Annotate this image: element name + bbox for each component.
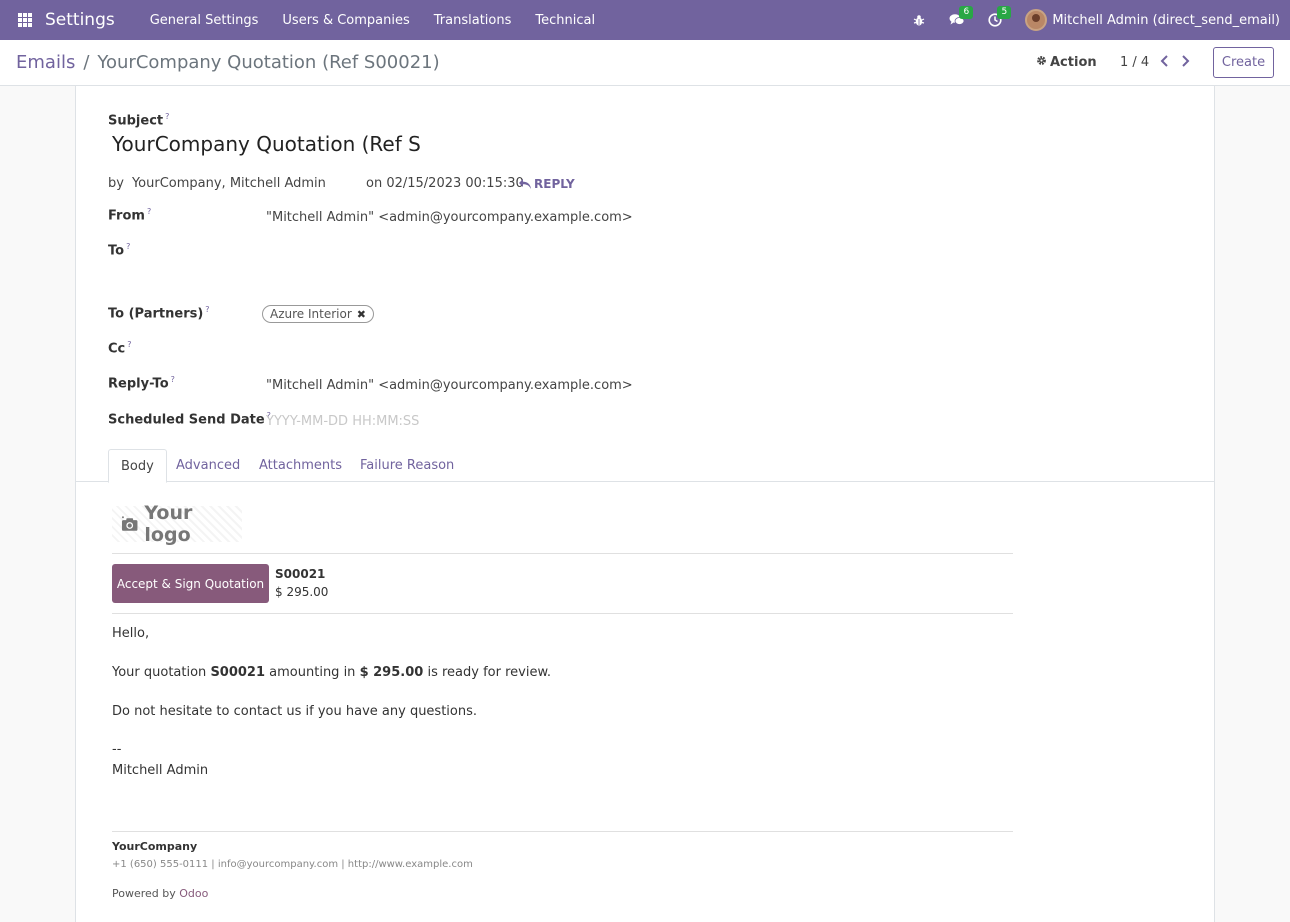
tab-advanced[interactable]: Advanced — [164, 449, 252, 482]
subject-label: Subject? — [108, 112, 170, 129]
divider — [112, 613, 1013, 614]
breadcrumb-emails-link[interactable]: Emails — [16, 52, 75, 73]
help-icon[interactable]: ? — [165, 112, 169, 121]
action-label: Action — [1050, 55, 1097, 70]
from-field[interactable]: "Mitchell Admin" <admin@yourcompany.exam… — [266, 210, 633, 225]
gear-icon — [1036, 55, 1047, 70]
logo-text: Your logo — [144, 502, 193, 546]
pager-previous-button[interactable] — [1157, 53, 1171, 69]
control-panel: Emails / YourCompany Quotation (Ref S000… — [0, 40, 1290, 86]
create-button[interactable]: Create — [1213, 47, 1274, 78]
signature-name: Mitchell Admin — [112, 763, 209, 778]
breadcrumb-separator: / — [83, 52, 90, 73]
reply-to-field[interactable]: "Mitchell Admin" <admin@yourcompany.exam… — [266, 378, 633, 393]
pager-next-button[interactable] — [1178, 53, 1192, 69]
camera-icon — [121, 516, 138, 531]
reply-button[interactable]: REPLY — [518, 177, 575, 191]
help-icon[interactable]: ? — [171, 375, 175, 384]
quotation-ref: S00021 — [210, 665, 266, 680]
to-partners-label: To (Partners)? — [108, 305, 210, 322]
activities-clock-icon[interactable]: 5 — [987, 6, 1012, 28]
from-label: From? — [108, 207, 152, 224]
email-date: on 02/15/2023 00:15:30 — [366, 176, 524, 191]
odoo-link[interactable]: Odoo — [179, 887, 208, 900]
apps-grid-icon[interactable] — [18, 13, 32, 27]
subject-field[interactable]: YourCompany Quotation (Ref S00021) — [112, 132, 420, 156]
order-reference: S00021 — [275, 567, 326, 581]
remove-tag-icon[interactable]: ✖ — [357, 308, 366, 321]
by-prefix: by — [108, 176, 124, 191]
menu-general-settings[interactable]: General Settings — [138, 13, 271, 28]
messages-count-badge: 6 — [959, 6, 974, 19]
reply-to-label: Reply-To? — [108, 375, 175, 392]
reply-icon — [519, 179, 531, 189]
cc-label: Cc? — [108, 340, 132, 357]
reply-label: REPLY — [534, 177, 575, 191]
menu-technical[interactable]: Technical — [523, 13, 607, 28]
breadcrumb-current: YourCompany Quotation (Ref S00021) — [97, 52, 440, 73]
tab-attachments[interactable]: Attachments — [247, 449, 354, 482]
powered-by: Powered by Odoo — [112, 887, 209, 900]
author-names: YourCompany, Mitchell Admin — [131, 176, 326, 191]
user-menu[interactable]: Mitchell Admin (direct_send_email) — [1025, 9, 1280, 31]
order-amount: $ 295.00 — [275, 585, 329, 599]
menu-users-companies[interactable]: Users & Companies — [270, 13, 421, 28]
help-icon[interactable]: ? — [205, 305, 209, 314]
quotation-message: Your quotation S00021 amounting in $ 295… — [112, 665, 552, 680]
partner-tag-label: Azure Interior — [270, 307, 352, 321]
systray: 6 5 Mitchell Admin (direct_send_email) — [889, 0, 1280, 40]
footer-contact: +1 (650) 555-0111 | info@yourcompany.com… — [112, 859, 473, 870]
partner-tag: Azure Interior ✖ — [262, 305, 374, 323]
accept-sign-quotation-button[interactable]: Accept & Sign Quotation — [112, 564, 269, 603]
user-name: Mitchell Admin (direct_send_email) — [1052, 12, 1280, 28]
action-menu-button[interactable]: Action — [1036, 55, 1097, 70]
to-label: To? — [108, 242, 131, 259]
help-icon[interactable]: ? — [147, 207, 151, 216]
menu-translations[interactable]: Translations — [422, 13, 524, 28]
divider — [112, 831, 1013, 832]
activities-count-badge: 5 — [997, 6, 1012, 19]
greeting: Hello, — [112, 626, 150, 641]
tab-body[interactable]: Body — [108, 449, 167, 483]
signature-separator: -- — [112, 742, 122, 757]
footer-company: YourCompany — [112, 840, 198, 853]
tab-failure-reason[interactable]: Failure Reason — [348, 449, 466, 482]
divider — [112, 553, 1013, 554]
form-sheet: Subject? YourCompany Quotation (Ref S000… — [75, 86, 1215, 922]
quotation-amount: $ 295.00 — [359, 665, 424, 680]
scheduled-date-input[interactable]: YYYY-MM-DD HH:MM:SS — [266, 414, 419, 429]
user-avatar — [1025, 9, 1048, 31]
chevron-left-icon — [1160, 55, 1168, 67]
debug-bug-icon[interactable] — [911, 12, 927, 28]
messages-icon[interactable]: 6 — [949, 6, 974, 28]
help-icon[interactable]: ? — [127, 340, 131, 349]
main-menu: General Settings Users & Companies Trans… — [138, 13, 607, 28]
top-navbar: Settings General Settings Users & Compan… — [0, 0, 1290, 40]
chevron-right-icon — [1181, 55, 1189, 67]
notebook-tabs: Body Advanced Attachments Failure Reason — [76, 449, 1214, 483]
contact-message: Do not hesitate to contact us if you hav… — [112, 704, 478, 719]
help-icon[interactable]: ? — [126, 242, 130, 251]
pager-value[interactable]: 1 / 4 — [1120, 55, 1149, 70]
breadcrumb: Emails / YourCompany Quotation (Ref S000… — [16, 52, 440, 73]
app-title[interactable]: Settings — [45, 10, 115, 30]
company-logo-placeholder: Your logo — [112, 502, 242, 546]
scheduled-date-label: Scheduled Send Date? — [108, 411, 271, 428]
author-line: by YourCompany, Mitchell Admin — [108, 176, 326, 191]
